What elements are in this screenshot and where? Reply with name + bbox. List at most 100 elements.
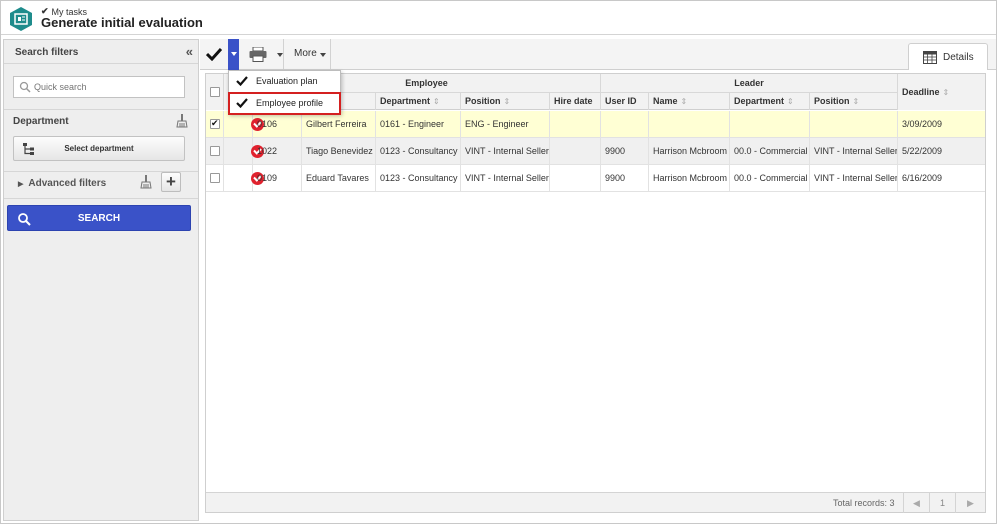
- cell-hire-date: [550, 138, 601, 165]
- cell-leader-name: Harrison Mcbroom: [649, 138, 730, 165]
- cell-deadline: 6/16/2009: [902, 173, 943, 183]
- chevron-down-icon: [277, 53, 283, 57]
- divider: [4, 109, 198, 110]
- cell-leader-position: VINT - Internal Seller: [810, 138, 898, 165]
- details-tab[interactable]: Details: [908, 43, 988, 70]
- column-header-label: User ID: [605, 96, 637, 106]
- search-button[interactable]: SEARCH: [7, 205, 191, 231]
- broom-clear-icon[interactable]: [140, 175, 152, 189]
- row-check-cell: [206, 165, 224, 192]
- page-number[interactable]: 1: [929, 493, 955, 513]
- triangle-right-icon: ▶: [18, 180, 24, 188]
- app-window: ✔ My tasks Generate initial evaluation S…: [0, 0, 997, 524]
- search-icon: [19, 81, 31, 93]
- grid-footer: Total records: 3 ◀ 1 ▶: [206, 492, 985, 513]
- divider: [4, 198, 198, 199]
- column-header-label: Name: [653, 96, 678, 106]
- plus-icon: +: [166, 172, 176, 191]
- prev-page-button[interactable]: ◀: [903, 493, 929, 513]
- row-checkbox[interactable]: [210, 173, 220, 183]
- column-header-label: Deadline: [902, 87, 940, 97]
- page-title: Generate initial evaluation: [41, 15, 203, 30]
- cell-name: Eduard Tavares: [302, 165, 376, 192]
- select-department-button[interactable]: Select department: [13, 136, 185, 161]
- menu-item-label: Evaluation plan: [256, 76, 318, 86]
- cell-leader-name: Harrison Mcbroom: [649, 165, 730, 192]
- table-row[interactable]: 0106 Gilbert Ferreira 0161 - Engineer EN…: [206, 111, 985, 138]
- more-menu-button[interactable]: More: [286, 39, 331, 69]
- cell-leader-position: VINT - Internal Seller: [810, 165, 898, 192]
- execute-dropdown-toggle[interactable]: [228, 39, 239, 70]
- cell-leader-department: [730, 111, 810, 138]
- cell-position: ENG - Engineer: [461, 111, 550, 138]
- status-cell: [224, 165, 264, 192]
- execute-button[interactable]: [200, 39, 228, 69]
- leader-group-header: Leader: [601, 74, 898, 93]
- print-button[interactable]: [242, 39, 284, 69]
- cell-department: 0123 - Consultancy: [376, 138, 461, 165]
- menu-item-label: Employee profile: [256, 98, 324, 108]
- cell-leader-department: 00.0 - Commercial: [730, 165, 810, 192]
- select-all-cell: [206, 74, 224, 110]
- cell-position: VINT - Internal Seller: [461, 138, 550, 165]
- row-checkbox[interactable]: [210, 146, 220, 156]
- column-header-label: Department: [734, 96, 785, 106]
- page-header: ✔ My tasks Generate initial evaluation: [1, 1, 996, 35]
- table-row[interactable]: 0109 Eduard Tavares 0123 - Consultancy V…: [206, 165, 985, 192]
- sort-icon: ⇕: [680, 97, 688, 106]
- advanced-filters-label: Advanced filters: [28, 178, 107, 189]
- cell-hire-date: [550, 111, 601, 138]
- row-check-cell: [206, 138, 224, 165]
- advanced-filters-toggle[interactable]: ▶ Advanced filters: [18, 178, 106, 189]
- column-header-leader-department[interactable]: Department ⇕: [730, 93, 810, 110]
- search-filters-title: Search filters: [15, 47, 79, 58]
- sort-icon: ⇕: [787, 97, 794, 106]
- cell-id: 0109: [253, 165, 302, 192]
- select-department-label: Select department: [64, 144, 134, 153]
- column-header-hire-date[interactable]: Hire date: [550, 93, 601, 110]
- column-header-leader-position[interactable]: Position ⇕: [810, 93, 898, 110]
- add-filter-button[interactable]: +: [161, 172, 181, 192]
- menu-item-evaluation-plan[interactable]: Evaluation plan: [229, 71, 340, 92]
- printer-icon: [249, 47, 267, 62]
- column-header-label: Position: [814, 96, 850, 106]
- execute-dropdown-menu: Evaluation plan Employee profile: [228, 70, 341, 115]
- cell-leader-position: [810, 111, 898, 138]
- menu-item-employee-profile[interactable]: Employee profile: [228, 92, 341, 115]
- column-header-department[interactable]: Department ⇕: [376, 93, 461, 110]
- row-check-cell: [206, 111, 224, 138]
- cell-department: 0161 - Engineer: [376, 111, 461, 138]
- select-all-checkbox[interactable]: [210, 87, 220, 97]
- details-label: Details: [943, 52, 974, 63]
- sort-icon: ⇕: [433, 97, 440, 106]
- sort-icon: ⇕: [852, 97, 860, 106]
- toolbar: More Details: [200, 39, 996, 70]
- cell-id: 0106: [253, 111, 302, 138]
- evaluation-app-icon: [9, 6, 33, 32]
- column-header-user-id[interactable]: User ID: [601, 93, 649, 110]
- quick-search-field[interactable]: [13, 76, 185, 98]
- column-header-deadline[interactable]: Deadline ⇕: [898, 74, 985, 110]
- table-row[interactable]: 1022 Tiago Benevidez 0123 - Consultancy …: [206, 138, 985, 165]
- cell-position: VINT - Internal Seller: [461, 165, 550, 192]
- quick-search-input[interactable]: [34, 79, 182, 95]
- checkmark-icon: [236, 76, 248, 86]
- sort-icon: ⇕: [942, 88, 950, 97]
- cell-user-id: 9900: [601, 165, 649, 192]
- collapse-panel-icon[interactable]: «: [186, 44, 193, 59]
- sort-icon: ⇕: [503, 97, 511, 106]
- column-header-leader-name[interactable]: Name ⇕: [649, 93, 730, 110]
- chevron-down-icon: [320, 53, 326, 57]
- cell-user-id: [601, 111, 649, 138]
- next-page-button[interactable]: ▶: [955, 493, 985, 513]
- search-button-label: SEARCH: [77, 213, 121, 224]
- cell-hire-date: [550, 165, 601, 192]
- column-header-position[interactable]: Position ⇕: [461, 93, 550, 110]
- cell-user-id: 9900: [601, 138, 649, 165]
- search-filters-header: Search filters «: [4, 40, 198, 64]
- cell-id: 1022: [253, 138, 302, 165]
- cell-name: Tiago Benevidez: [302, 138, 376, 165]
- row-checkbox[interactable]: [210, 118, 220, 129]
- broom-clear-icon[interactable]: [176, 114, 188, 128]
- column-header-label: Position: [465, 96, 501, 106]
